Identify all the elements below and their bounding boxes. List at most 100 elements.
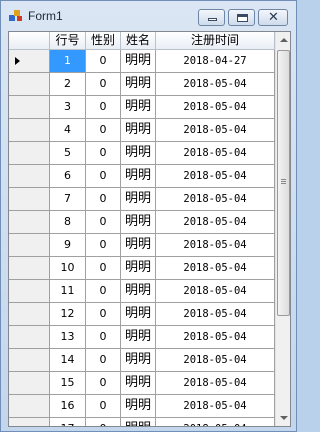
name-cell[interactable]: 明明: [121, 234, 156, 257]
register-time-cell[interactable]: 2018-05-04 13:41:06: [156, 142, 275, 181]
register-time-cell[interactable]: 2018-04-27 16:08:36: [156, 50, 275, 89]
name-cell[interactable]: 明明: [121, 395, 156, 418]
row-number-cell[interactable]: 3: [50, 96, 86, 119]
gender-cell[interactable]: 0: [86, 96, 121, 119]
table-row[interactable]: 120明明2018-05-04 13:50:24: [9, 303, 275, 342]
winforms-app-icon[interactable]: [9, 10, 23, 22]
row-number-cell[interactable]: 13: [50, 326, 86, 349]
table-row[interactable]: 80明明2018-05-04 13:43:11: [9, 211, 275, 250]
register-time-cell[interactable]: 2018-05-04 13:43:11: [156, 211, 275, 250]
row-header-cell[interactable]: [9, 418, 50, 426]
row-number-cell[interactable]: 8: [50, 211, 86, 234]
row-header-cell[interactable]: [9, 50, 50, 73]
table-row[interactable]: 50明明2018-05-04 13:41:06: [9, 142, 275, 181]
row-header-cell[interactable]: [9, 326, 50, 349]
data-grid-view[interactable]: 行号 性别 姓名 注册时间 10明明2018-04-27 16:08:3620明…: [8, 31, 291, 427]
gender-cell[interactable]: 0: [86, 119, 121, 142]
table-row[interactable]: 10明明2018-04-27 16:08:36: [9, 50, 275, 89]
name-cell[interactable]: 明明: [121, 257, 156, 280]
name-cell[interactable]: 明明: [121, 303, 156, 326]
restore-button[interactable]: [228, 9, 255, 26]
row-number-cell[interactable]: 6: [50, 165, 86, 188]
close-button[interactable]: ✕: [258, 9, 288, 26]
name-cell[interactable]: 明明: [121, 211, 156, 234]
column-header-row-number[interactable]: 行号: [50, 32, 86, 50]
register-time-cell[interactable]: 2018-05-04 13:39:18: [156, 119, 275, 158]
row-number-cell[interactable]: 17: [50, 418, 86, 426]
name-cell[interactable]: 明明: [121, 50, 156, 73]
row-number-cell[interactable]: 9: [50, 234, 86, 257]
row-number-cell[interactable]: 12: [50, 303, 86, 326]
table-row[interactable]: 110明明2018-05-04 13:48:54: [9, 280, 275, 319]
table-row[interactable]: 100明明2018-05-04 13:45:26: [9, 257, 275, 296]
table-row[interactable]: 60明明2018-05-04 13:41:34: [9, 165, 275, 204]
table-row[interactable]: 30明明2018-05-04 13:31:17: [9, 96, 275, 135]
title-bar[interactable]: Form1 ✕: [1, 1, 296, 31]
row-header-cell[interactable]: [9, 211, 50, 234]
register-time-cell[interactable]: 2018-05-04 13:51:13: [156, 326, 275, 365]
name-cell[interactable]: 明明: [121, 349, 156, 372]
row-header-cell[interactable]: [9, 119, 50, 142]
scroll-down-button[interactable]: [276, 409, 290, 426]
name-cell[interactable]: 明明: [121, 372, 156, 395]
column-header-name[interactable]: 姓名: [121, 32, 156, 50]
register-time-cell[interactable]: 2018-05-04 13:53:55: [156, 372, 275, 411]
row-header-cell[interactable]: [9, 395, 50, 418]
row-number-cell[interactable]: 4: [50, 119, 86, 142]
name-cell[interactable]: 明明: [121, 280, 156, 303]
minimize-button[interactable]: [198, 9, 225, 26]
column-header-register-time[interactable]: 注册时间: [156, 32, 275, 50]
row-number-cell[interactable]: 7: [50, 188, 86, 211]
register-time-cell[interactable]: 2018-05-04 13:42:16: [156, 188, 275, 227]
row-header-cell[interactable]: [9, 234, 50, 257]
gender-cell[interactable]: 0: [86, 73, 121, 96]
table-row[interactable]: 170明明2018-05-04 13:54:57: [9, 418, 275, 426]
grid-body[interactable]: 行号 性别 姓名 注册时间 10明明2018-04-27 16:08:3620明…: [9, 32, 275, 426]
row-header-cell[interactable]: [9, 280, 50, 303]
table-row[interactable]: 20明明2018-05-04 13:24:23: [9, 73, 275, 112]
gender-cell[interactable]: 0: [86, 303, 121, 326]
top-left-header-cell[interactable]: [9, 32, 50, 50]
scroll-thumb[interactable]: [277, 50, 290, 316]
gender-cell[interactable]: 0: [86, 418, 121, 426]
gender-cell[interactable]: 0: [86, 395, 121, 418]
row-header-cell[interactable]: [9, 349, 50, 372]
register-time-cell[interactable]: 2018-05-04 13:24:23: [156, 73, 275, 112]
row-header-cell[interactable]: [9, 372, 50, 395]
register-time-cell[interactable]: 2018-05-04 13:54:29: [156, 395, 275, 426]
row-header-cell[interactable]: [9, 142, 50, 165]
row-number-cell[interactable]: 15: [50, 372, 86, 395]
register-time-cell[interactable]: 2018-05-04 13:54:57: [156, 418, 275, 426]
table-row[interactable]: 130明明2018-05-04 13:51:13: [9, 326, 275, 365]
row-number-cell[interactable]: 11: [50, 280, 86, 303]
name-cell[interactable]: 明明: [121, 326, 156, 349]
register-time-cell[interactable]: 2018-05-04 13:41:34: [156, 165, 275, 204]
table-row[interactable]: 140明明2018-05-04 13:53:15: [9, 349, 275, 388]
row-number-cell[interactable]: 16: [50, 395, 86, 418]
gender-cell[interactable]: 0: [86, 50, 121, 73]
row-header-cell[interactable]: [9, 96, 50, 119]
name-cell[interactable]: 明明: [121, 119, 156, 142]
gender-cell[interactable]: 0: [86, 211, 121, 234]
name-cell[interactable]: 明明: [121, 142, 156, 165]
register-time-cell[interactable]: 2018-05-04 13:50:24: [156, 303, 275, 342]
register-time-cell[interactable]: 2018-05-04 13:31:17: [156, 96, 275, 135]
gender-cell[interactable]: 0: [86, 142, 121, 165]
row-number-cell[interactable]: 1: [50, 50, 86, 73]
gender-cell[interactable]: 0: [86, 234, 121, 257]
table-row[interactable]: 150明明2018-05-04 13:53:55: [9, 372, 275, 411]
name-cell[interactable]: 明明: [121, 165, 156, 188]
row-number-cell[interactable]: 5: [50, 142, 86, 165]
gender-cell[interactable]: 0: [86, 257, 121, 280]
row-number-cell[interactable]: 2: [50, 73, 86, 96]
table-row[interactable]: 160明明2018-05-04 13:54:29: [9, 395, 275, 426]
table-row[interactable]: 40明明2018-05-04 13:39:18: [9, 119, 275, 158]
register-time-cell[interactable]: 2018-05-04 13:43:29: [156, 234, 275, 273]
name-cell[interactable]: 明明: [121, 96, 156, 119]
scroll-up-button[interactable]: [276, 32, 290, 49]
gender-cell[interactable]: 0: [86, 188, 121, 211]
register-time-cell[interactable]: 2018-05-04 13:48:54: [156, 280, 275, 319]
row-number-cell[interactable]: 14: [50, 349, 86, 372]
register-time-cell[interactable]: 2018-05-04 13:53:15: [156, 349, 275, 388]
table-row[interactable]: 70明明2018-05-04 13:42:16: [9, 188, 275, 227]
